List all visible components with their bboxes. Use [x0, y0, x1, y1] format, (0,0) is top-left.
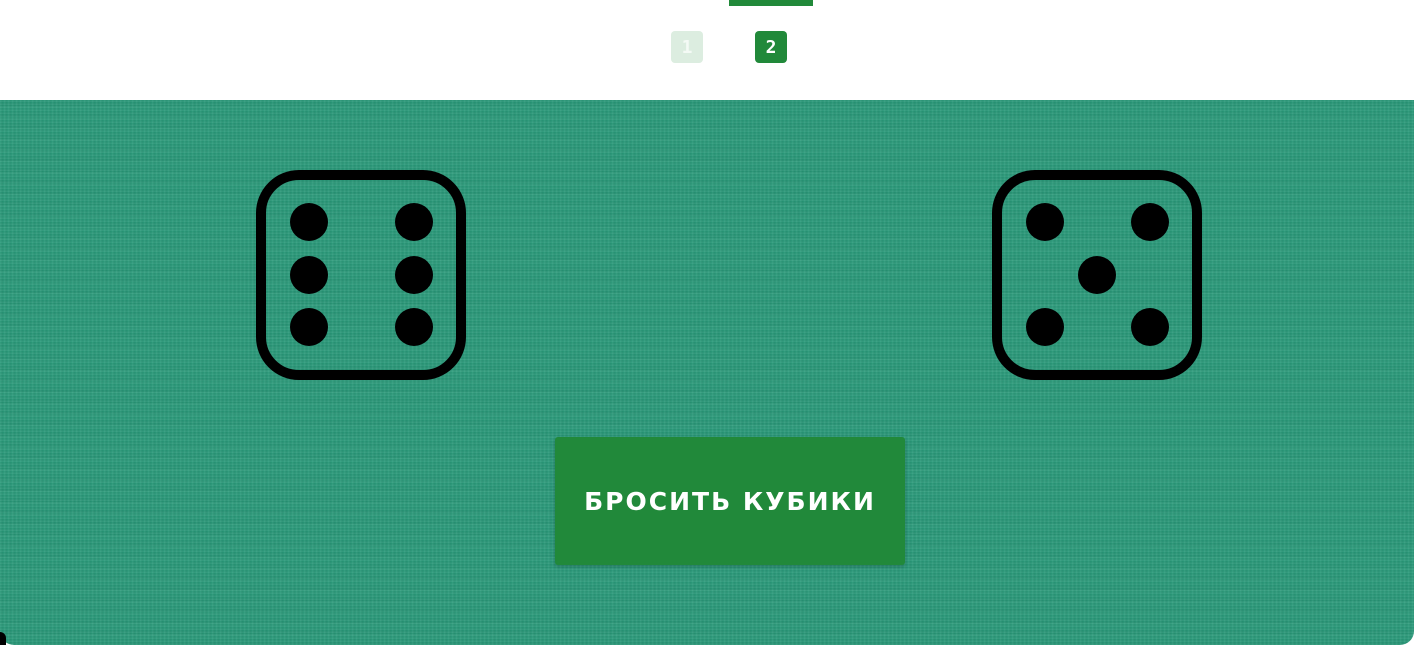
die-1-six-icon — [256, 170, 466, 380]
active-player-indicator — [729, 0, 813, 6]
die-2-pip — [1131, 308, 1169, 346]
die-2-pip — [1026, 203, 1064, 241]
player-tab-1[interactable]: 1 — [671, 31, 703, 63]
die-1-pip — [395, 308, 433, 346]
die-2-five-icon — [992, 170, 1202, 380]
dice-game-page: 1 2 БРОСИТЬ КУБИКИ — [0, 0, 1414, 645]
player-tabs-bar: 1 2 — [0, 0, 1414, 100]
die-1-pip — [395, 203, 433, 241]
player-tab-2[interactable]: 2 — [755, 31, 787, 63]
die-2-pip — [1131, 203, 1169, 241]
die-1-pip — [290, 308, 328, 346]
die-1-pip — [290, 256, 328, 294]
die-1-pip — [395, 256, 433, 294]
die-2-pips — [1026, 203, 1169, 346]
die-2-pip — [1078, 256, 1116, 294]
die-2-pip — [1026, 308, 1064, 346]
roll-dice-button[interactable]: БРОСИТЬ КУБИКИ — [555, 437, 905, 565]
die-1-pips — [290, 203, 433, 346]
die-1-pip — [290, 203, 328, 241]
table-corner-shadow — [0, 632, 6, 645]
